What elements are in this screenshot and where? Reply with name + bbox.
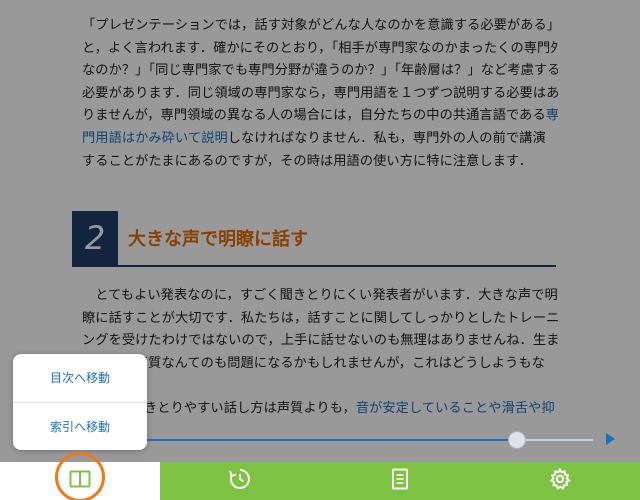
slider-thumb[interactable] — [507, 431, 526, 449]
gear-icon — [548, 467, 572, 495]
go-to-toc-item[interactable]: 目次へ移動 — [13, 354, 147, 402]
document-icon — [391, 468, 409, 494]
history-icon — [228, 467, 252, 495]
settings-button[interactable] — [480, 462, 640, 500]
navigation-popup: 目次へ移動 索引へ移動 — [13, 354, 147, 450]
go-to-index-item[interactable]: 索引へ移動 — [13, 402, 147, 450]
slider-fill — [145, 439, 517, 441]
page-slider[interactable] — [145, 431, 593, 449]
next-page-button[interactable] — [606, 433, 615, 445]
toc-highlight-ring — [55, 452, 105, 500]
document-button[interactable] — [320, 462, 480, 500]
history-button[interactable] — [160, 462, 320, 500]
